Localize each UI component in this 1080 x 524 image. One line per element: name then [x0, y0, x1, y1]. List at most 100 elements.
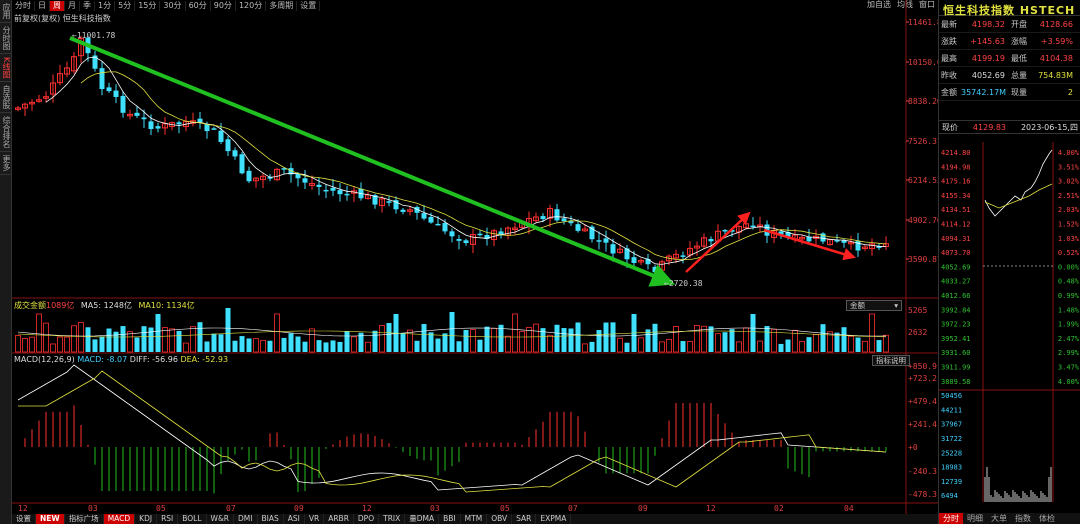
indicator-tab-16[interactable]: BBI: [439, 514, 461, 524]
quote-label: 涨跌: [941, 36, 957, 46]
mini-left-axis-label: 31722: [941, 435, 962, 443]
indicator-tab-17[interactable]: MTM: [461, 514, 488, 524]
date-axis-label: 09: [294, 504, 304, 513]
left-tab-4[interactable]: 综合排名: [0, 113, 12, 153]
indicator-tab-9[interactable]: BIAS: [258, 514, 284, 524]
volume-bar: [820, 324, 826, 352]
mini-left-axis-label: 50456: [941, 392, 962, 400]
quote-tab-1[interactable]: 明细: [963, 513, 987, 524]
candle-body: [708, 238, 714, 242]
candle-body: [400, 209, 406, 212]
indicator-tab-1[interactable]: NEW: [36, 514, 65, 524]
candle-body: [246, 170, 252, 182]
volume-bar: [239, 336, 245, 352]
volume-bar: [813, 334, 819, 353]
volume-bar: [841, 327, 847, 352]
quote-row: 昨收 4052.69 总量 754.83M: [939, 67, 1080, 84]
indicator-tab-4[interactable]: KDJ: [135, 514, 158, 524]
date-axis-label: 04: [844, 504, 854, 513]
quote-tab-2[interactable]: 大单: [987, 513, 1011, 524]
quote-label: 总量: [1011, 70, 1027, 80]
downtrend-arrow: [69, 36, 676, 287]
volume-bar: [582, 343, 588, 353]
candle-body: [435, 223, 441, 226]
quote-label: 最高: [941, 53, 957, 63]
left-tab-1[interactable]: 分时图: [0, 23, 12, 54]
candle-body: [218, 130, 224, 142]
mini-left-axis-label: 3931.60: [941, 349, 971, 357]
candle-body: [477, 233, 483, 236]
candle-body: [176, 122, 182, 125]
left-tab-2[interactable]: K线图: [0, 54, 12, 83]
candle-body: [232, 150, 238, 157]
indicator-tab-12[interactable]: ARBR: [324, 514, 354, 524]
left-tab-3[interactable]: 自选股: [0, 82, 12, 114]
left-tab-0[interactable]: 应用: [0, 0, 12, 23]
macd-axis-label: +850.9: [908, 362, 937, 371]
volume-bar: [484, 326, 490, 352]
volume-bar: [526, 327, 532, 353]
indicator-tab-14[interactable]: TRIX: [379, 514, 406, 524]
indicator-tab-18[interactable]: OBV: [487, 514, 513, 524]
candle-body: [141, 117, 147, 120]
volume-bar: [449, 312, 455, 352]
volume-bar: [883, 334, 889, 353]
indicator-help-button[interactable]: 指标说明: [872, 355, 910, 366]
volume-bar: [211, 333, 217, 352]
indicator-tab-11[interactable]: VR: [305, 514, 325, 524]
volume-bar: [547, 334, 553, 353]
mini-left-axis-label: 3992.84: [941, 306, 971, 314]
macd-axis-label: +479.4: [908, 397, 937, 406]
indicator-tab-10[interactable]: ASI: [284, 514, 305, 524]
indicator-tab-20[interactable]: EXPMA: [536, 514, 572, 524]
candle-body: [225, 139, 231, 152]
indicator-tab-19[interactable]: SAR: [512, 514, 537, 524]
quote-tab-3[interactable]: 指数: [1011, 513, 1035, 524]
volume-bar: [106, 328, 112, 352]
macd-dea: DEA: -52.93: [180, 355, 229, 364]
volume-bar: [218, 334, 224, 352]
indicator-tab-8[interactable]: DMI: [234, 514, 258, 524]
candle-body: [540, 216, 546, 220]
date-axis-label: 03: [88, 504, 98, 513]
volume-bar: [43, 322, 49, 353]
indicator-tab-7[interactable]: W&R: [207, 514, 235, 524]
volume-bar: [295, 336, 301, 352]
kline-chart[interactable]: 11461.86 10150.03 8838.20 7526.37 6214.53 490…: [12, 0, 938, 514]
indicator-tab-13[interactable]: DPO: [354, 514, 380, 524]
volume-bar: [477, 339, 483, 352]
volume-bar: [204, 341, 210, 352]
volume-bar: [421, 323, 427, 352]
candle-body: [197, 118, 203, 123]
indicator-tab-15[interactable]: 量DMA: [405, 514, 440, 524]
indicator-tab-5[interactable]: RSI: [157, 514, 179, 524]
quote-value: +3.59%: [1040, 36, 1073, 46]
price-axis-label: 3590.87: [908, 255, 938, 264]
left-tab-5[interactable]: 更多: [0, 152, 12, 176]
quote-panel: 恒生科技指数 HSTECH 最新 4198.32 开盘 4128.66 涨跌 +145.6…: [938, 0, 1080, 524]
time-date: 2023-06-15,四: [1020, 122, 1078, 132]
quote-tab-4[interactable]: 体检: [1035, 513, 1059, 524]
candle-body: [631, 257, 637, 263]
date-axis-label: 12: [362, 504, 372, 513]
date-axis-label: 05: [156, 504, 166, 513]
indicator-tab-3[interactable]: MACD: [103, 514, 136, 524]
quote-tab-0[interactable]: 分时: [939, 513, 963, 524]
volume-bar: [624, 342, 630, 352]
intraday-mini-chart[interactable]: 4214.80 4194.98 4175.16 4155.34 4134.51 4114.…: [939, 142, 1080, 512]
candle-body: [134, 112, 140, 116]
candle-body: [323, 189, 329, 192]
volume-type-select[interactable]: 金额 ▾: [846, 300, 902, 311]
mini-right-axis-label: 2.99%: [1058, 349, 1080, 357]
indicator-tab-6[interactable]: BOLL: [178, 514, 207, 524]
indicator-tab-0[interactable]: 设置: [12, 514, 36, 524]
downtrend-arrow-2: [763, 228, 856, 261]
volume-bar: [470, 329, 476, 353]
candle-body: [456, 239, 462, 241]
indicator-tab-2[interactable]: 指标广场: [65, 514, 104, 524]
price-axis-label: 4902.70: [908, 216, 938, 225]
candle-body: [449, 231, 455, 237]
mini-left-axis-label: 18983: [941, 464, 962, 472]
volume-bar: [442, 333, 448, 352]
quote-row: 金额 35742.17M 现量 2: [939, 84, 1080, 101]
